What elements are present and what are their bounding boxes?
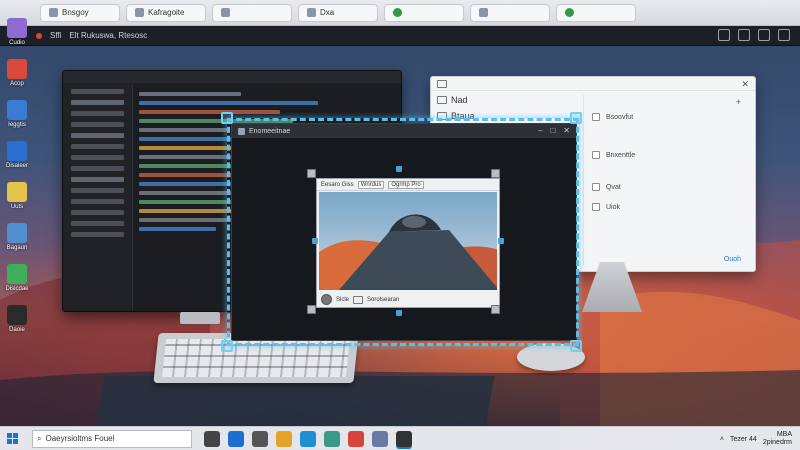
taskbar-apps (204, 431, 412, 447)
desktop-icon[interactable]: Uuts (2, 180, 32, 220)
monitor-stand (180, 312, 220, 324)
desktop-icon[interactable]: Bagaun (2, 221, 32, 261)
desktop-icon-label: Disaleer (5, 163, 28, 169)
page-icon (307, 8, 316, 17)
desktop-icon[interactable]: Daoie (2, 303, 32, 343)
editor-sidebar (63, 83, 133, 311)
app-icon (437, 79, 447, 88)
page-icon (49, 8, 58, 17)
grid-icon[interactable] (778, 29, 790, 41)
recorder-toolbar: Sffi Elt Rukuswa, Rtesosc (0, 26, 800, 46)
checkbox[interactable] (592, 203, 600, 211)
chevron-up-icon[interactable]: ˄ (720, 436, 724, 443)
checkbox[interactable] (592, 183, 600, 191)
editor-titlebar (63, 71, 401, 83)
desktop-icon-column: Cudio Acop Ieggtis Disaleer Uuts Bagaun Disicd… (2, 16, 32, 344)
selection-rectangle[interactable] (227, 118, 579, 346)
clock-time: MBA (776, 431, 792, 438)
selection-handle[interactable] (570, 112, 582, 124)
clock-date: 2pinedrm (762, 439, 792, 446)
system-tray: ˄ Tezer 44 MBA 2pinedrm (720, 431, 792, 447)
clip-icon (7, 264, 27, 284)
add-icon[interactable]: + (736, 97, 741, 107)
desktop-icon-label: Uuts (10, 204, 24, 210)
desktop-icon-label: Cudio (9, 40, 25, 46)
toggle-icon[interactable] (437, 96, 447, 104)
browser-tab[interactable] (384, 3, 464, 22)
desktop-icon[interactable]: Disicdae (2, 262, 32, 302)
toolbar-label: Sffi (50, 31, 62, 40)
desktop-icon[interactable]: Disaleer (2, 139, 32, 179)
desktop-icon-label: Disicdae (5, 286, 29, 292)
expand-icon[interactable] (758, 29, 770, 41)
window-icon[interactable] (738, 29, 750, 41)
browser-tab[interactable]: Kafragoite (126, 3, 206, 22)
toolbar-title: Elt Rukuswa, Rtesosc (69, 31, 148, 40)
desktop-icon[interactable]: Ieggtis (2, 98, 32, 138)
windows-icon (6, 433, 18, 444)
folder-icon (7, 182, 27, 202)
status-dot-icon (565, 8, 574, 17)
app-icon (7, 18, 27, 38)
record-icon[interactable] (36, 32, 42, 39)
cube-icon (7, 141, 27, 161)
checkbox[interactable] (592, 151, 600, 159)
page-icon (135, 8, 144, 17)
globe-icon (7, 223, 27, 243)
browser-tab[interactable] (470, 3, 550, 22)
browser-tab[interactable]: Dxa (298, 3, 378, 22)
page-icon (221, 8, 230, 17)
settings-item[interactable]: Qvat (592, 183, 621, 191)
desktop-icon-label: Daoie (9, 327, 25, 333)
settings-link[interactable]: Ouoh (724, 256, 741, 263)
taskbar-app-icon[interactable] (348, 431, 364, 447)
taskbar-app-icon[interactable] (276, 431, 292, 447)
clock[interactable]: MBA 2pinedrm (763, 431, 792, 447)
search-icon: ⌕ (37, 433, 42, 443)
settings-titlebar (431, 77, 755, 91)
settings-item[interactable]: Bnxenttle (592, 151, 635, 159)
settings-item[interactable]: Uiok (592, 203, 620, 211)
desktop-icon-label: Acop (10, 81, 24, 87)
taskbar-app-icon[interactable] (252, 431, 268, 447)
taskbar: ⌕ Oaeyrsioltms Fouel ˄ Tezer 44 MBA 2pin… (0, 426, 800, 450)
taskbar-app-icon[interactable] (372, 431, 388, 447)
browser-tab[interactable] (556, 3, 636, 22)
desktop-icon[interactable]: Acop (2, 57, 32, 97)
start-button[interactable] (0, 427, 24, 450)
taskbar-app-icon[interactable] (396, 431, 412, 447)
desktop-icon-label: Ieggtis (8, 122, 26, 128)
search-text: Oaeyrsioltms Fouel (45, 434, 115, 443)
settings-item[interactable]: Bsoovfut (592, 113, 633, 121)
camera-icon[interactable] (718, 29, 730, 41)
taskbar-app-icon[interactable] (228, 431, 244, 447)
settings-left-label: Nad (451, 95, 468, 105)
taskbar-app-icon[interactable] (300, 431, 316, 447)
browser-tabbar: Bnsgoy Kafragoite Dxa (0, 0, 800, 26)
selection-handle[interactable] (570, 340, 582, 352)
status-dot-icon (393, 8, 402, 17)
monitor-icon (7, 100, 27, 120)
taskbar-search[interactable]: ⌕ Oaeyrsioltms Fouel (32, 429, 192, 448)
tray-text: Tezer 44 (729, 435, 757, 443)
checkbox[interactable] (592, 113, 600, 121)
settings-right-pane: + Bsoovfut Bnxenttle Qvat Uiok Ouoh (583, 95, 749, 265)
desktop-icon-label: Bagaun (6, 245, 28, 251)
pause-icon (7, 305, 27, 325)
taskbar-app-icon[interactable] (324, 431, 340, 447)
desktop-icon[interactable]: Cudio (2, 16, 32, 56)
page-icon (479, 8, 488, 17)
gift-icon (7, 59, 27, 79)
browser-tab[interactable] (212, 3, 292, 22)
browser-tab[interactable]: Bnsgoy (40, 3, 120, 22)
taskbar-app-icon[interactable] (204, 431, 220, 447)
close-icon[interactable]: ✕ (741, 79, 749, 90)
selection-handle[interactable] (221, 340, 233, 352)
desk-surface (95, 376, 495, 426)
selection-handle[interactable] (221, 112, 233, 124)
